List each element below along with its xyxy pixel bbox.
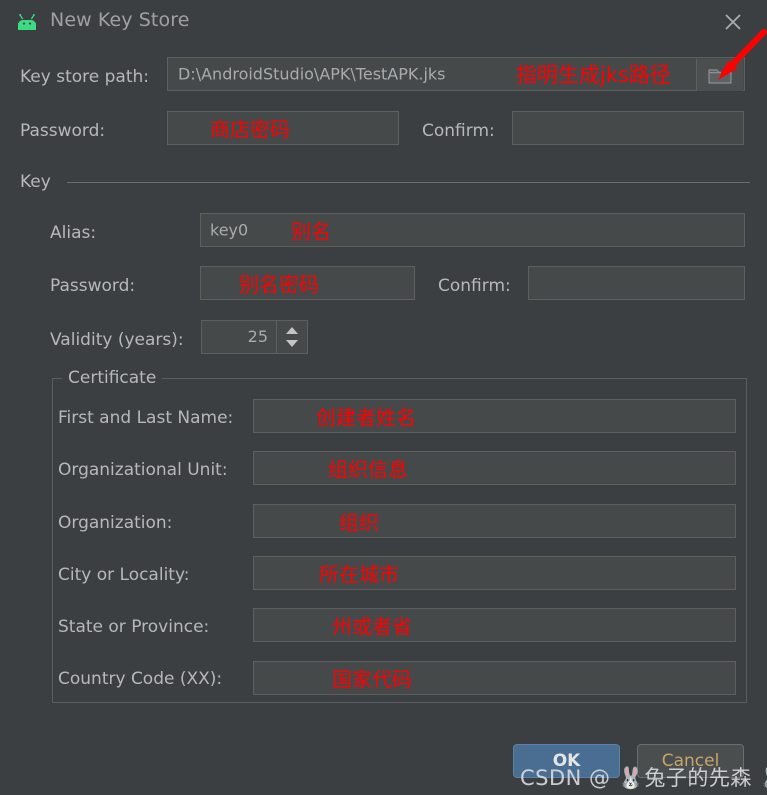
spinner-arrows-icon[interactable] [276,321,307,353]
key-confirm-input[interactable] [528,266,745,300]
watermark: CSDN @ 🐰兔子的先森 🐰 [520,766,767,790]
certificate-label-first-and-last-name: First and Last Name: [58,408,234,428]
validity-label: Validity (years): [50,330,184,350]
key-store-path-input[interactable]: D:\AndroidStudio\APK\TestAPK.jks 指明生成jks… [167,57,745,91]
key-password-input[interactable]: 别名密码 [200,266,415,300]
certificate-input-first-and-last-name[interactable]: 创建者姓名 [253,399,736,433]
key-group-title: Key [20,172,51,192]
spinner-up-icon[interactable] [286,327,298,334]
dialog-title-bar: New Key Store [0,0,767,45]
new-key-store-dialog: New Key Store Key store path: D:\Android… [0,0,767,795]
certificate-input-state-or-province[interactable]: 州或者省 [253,608,736,642]
certificate-annotation-organization: 组织 [339,510,379,535]
key-confirm-label: Confirm: [438,276,511,296]
key-store-path-annotation: 指明生成jks路径 [516,63,671,87]
certificate-label-state-or-province: State or Province: [58,617,210,637]
store-confirm-label: Confirm: [422,121,495,141]
certificate-input-city-or-locality[interactable]: 所在城市 [253,556,736,590]
certificate-input-organization[interactable]: 组织 [253,504,736,538]
android-icon [14,12,40,32]
certificate-group-title: Certificate [62,368,163,388]
alias-input[interactable]: key0 别名 [200,213,745,247]
store-password-annotation: 商店密码 [210,117,290,142]
key-store-path-label: Key store path: [20,67,150,87]
key-password-label: Password: [50,276,136,296]
validity-stepper[interactable]: 25 [201,320,308,354]
alias-label: Alias: [50,223,97,243]
spinner-down-icon[interactable] [286,340,298,347]
certificate-annotation-organizational-unit: 组织信息 [328,457,408,482]
alias-annotation: 别名 [291,219,331,244]
key-store-path-value: D:\AndroidStudio\APK\TestAPK.jks [178,64,446,84]
dialog-title: New Key Store [50,9,190,31]
certificate-label-organizational-unit: Organizational Unit: [58,460,228,480]
store-password-label: Password: [20,121,106,141]
certificate-annotation-state-or-province: 州或者省 [332,614,412,639]
key-password-annotation: 别名密码 [239,272,319,297]
certificate-annotation-country-code: 国家代码 [332,667,412,692]
certificate-input-country-code[interactable]: 国家代码 [253,661,736,695]
key-group-separator [67,182,750,183]
store-password-input[interactable]: 商店密码 [167,111,399,145]
certificate-label-country-code: Country Code (XX): [58,669,223,689]
folder-icon[interactable] [696,59,743,91]
certificate-annotation-first-and-last-name: 创建者姓名 [316,405,416,430]
certificate-input-organizational-unit[interactable]: 组织信息 [253,451,736,485]
certificate-label-organization: Organization: [58,513,173,533]
certificate-label-city-or-locality: City or Locality: [58,565,190,585]
store-confirm-input[interactable] [512,111,744,145]
close-icon[interactable] [716,6,750,38]
validity-value: 25 [247,327,268,346]
certificate-annotation-city-or-locality: 所在城市 [319,562,399,587]
alias-value: key0 [210,220,249,240]
